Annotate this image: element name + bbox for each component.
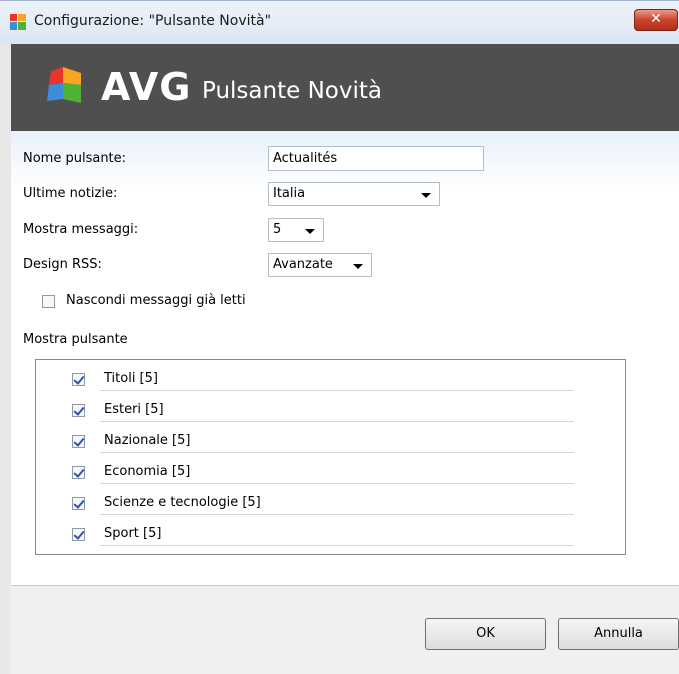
- rss-design-value: Avanzate: [273, 257, 333, 272]
- divider: [100, 483, 574, 484]
- list-item[interactable]: Economia [5]: [36, 457, 576, 488]
- divider: [100, 421, 574, 422]
- hide-read-checkbox[interactable]: [42, 295, 55, 308]
- rss-design-select[interactable]: Avanzate: [268, 253, 372, 277]
- chevron-down-icon: [421, 193, 431, 198]
- divider: [100, 452, 574, 453]
- checkbox-nazionale[interactable]: [72, 435, 85, 448]
- list-item[interactable]: Sport [5]: [36, 519, 576, 550]
- settings-panel: Nome pulsante: Actualités Ultime notizie…: [11, 131, 679, 585]
- title-bar: Configurazione: "Pulsante Novità" ✕: [0, 0, 679, 44]
- close-icon: ✕: [650, 11, 662, 27]
- divider: [100, 514, 574, 515]
- show-button-label: Mostra pulsante: [23, 332, 128, 347]
- hide-read-label: Nascondi messaggi già letti: [66, 293, 246, 308]
- list-item[interactable]: Nazionale [5]: [36, 426, 576, 457]
- button-bar: OK Annulla: [11, 585, 679, 674]
- close-button[interactable]: ✕: [634, 9, 678, 31]
- checkbox-sport[interactable]: [72, 528, 85, 541]
- divider: [100, 390, 574, 391]
- header-banner: AVG Pulsante Novità: [11, 44, 679, 131]
- list-item-label: Nazionale [5]: [104, 433, 191, 448]
- button-name-label: Nome pulsante:: [23, 151, 127, 166]
- checkbox-titoli[interactable]: [72, 373, 85, 386]
- list-item-label: Scienze e tecnologie [5]: [104, 495, 261, 510]
- header-title: Pulsante Novità: [202, 78, 382, 104]
- chevron-down-icon: [353, 264, 363, 269]
- show-messages-label: Mostra messaggi:: [23, 222, 139, 237]
- show-button-list[interactable]: Titoli [5] Esteri [5] Nazionale [5] Econ…: [35, 359, 626, 555]
- list-item[interactable]: Scienze e tecnologie [5]: [36, 488, 576, 519]
- list-item[interactable]: Titoli [5]: [36, 364, 576, 395]
- divider: [100, 545, 574, 546]
- checkbox-esteri[interactable]: [72, 404, 85, 417]
- list-item-label: Economia [5]: [104, 464, 191, 479]
- latest-news-value: Italia: [273, 186, 306, 201]
- latest-news-select[interactable]: Italia: [268, 182, 440, 206]
- show-messages-select[interactable]: 5: [268, 218, 324, 242]
- checkbox-scienze[interactable]: [72, 497, 85, 510]
- avg-logo-text: AVG: [101, 65, 192, 109]
- button-name-field[interactable]: Actualités: [268, 146, 484, 171]
- show-messages-value: 5: [273, 222, 282, 237]
- latest-news-label: Ultime notizie:: [23, 186, 118, 201]
- avg-app-icon: [10, 14, 26, 30]
- checkbox-economia[interactable]: [72, 466, 85, 479]
- list-item-label: Titoli [5]: [104, 371, 158, 386]
- window-left-edge: [0, 44, 11, 674]
- chevron-down-icon: [305, 229, 315, 234]
- list-item-label: Sport [5]: [104, 526, 162, 541]
- cancel-button[interactable]: Annulla: [558, 618, 679, 650]
- list-item-label: Esteri [5]: [104, 402, 164, 417]
- avg-logo-icon: [47, 67, 81, 103]
- rss-design-label: Design RSS:: [23, 257, 102, 272]
- window-title: Configurazione: "Pulsante Novità": [34, 13, 272, 29]
- ok-button[interactable]: OK: [425, 618, 546, 650]
- list-item[interactable]: Esteri [5]: [36, 395, 576, 426]
- button-name-value: Actualités: [273, 151, 338, 166]
